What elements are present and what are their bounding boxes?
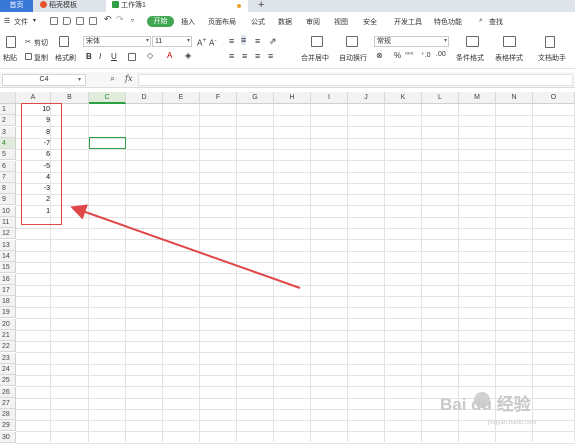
percent-icon[interactable]: % — [394, 51, 401, 60]
docer-logo-icon — [40, 1, 47, 8]
export-pdf-icon[interactable] — [89, 17, 97, 25]
zoom-icon[interactable]: ⌕ — [110, 73, 115, 84]
print-icon[interactable] — [76, 17, 84, 25]
increase-font-icon[interactable]: A+ — [197, 37, 206, 48]
tab-developer[interactable]: 开发工具 — [394, 17, 422, 27]
conditional-format-icon[interactable] — [466, 36, 479, 47]
orientation-icon[interactable]: ⇗ — [269, 36, 277, 47]
conditional-format-button[interactable]: 条件格式 — [456, 53, 484, 63]
watermark-url: jingyan.baidu.com — [488, 420, 537, 426]
auto-wrap-icon[interactable] — [346, 36, 358, 47]
number-format-chevron-icon: ▾ — [443, 38, 447, 44]
undo-icon[interactable]: ↶ — [104, 14, 112, 25]
increase-decimal-icon[interactable]: ⁺.0 — [421, 51, 431, 59]
font-size-select[interactable]: 11 ▾ — [152, 36, 192, 47]
tab-security[interactable]: 安全 — [363, 17, 377, 27]
scissors-icon[interactable]: ✂ — [25, 38, 31, 46]
align-top-icon[interactable]: ≡ — [229, 36, 234, 46]
file-menu-chevron-icon[interactable]: ▾ — [33, 17, 36, 24]
doc-helper-button[interactable]: 文档助手 — [538, 53, 566, 63]
tab-view[interactable]: 视图 — [334, 17, 348, 27]
tab-template-label: 稻壳模板 — [49, 2, 77, 9]
thousands-icon[interactable]: ⁰⁰⁰ — [405, 51, 413, 59]
print-preview-icon[interactable] — [63, 17, 71, 25]
number-format-value: 常规 — [377, 38, 391, 45]
tab-formula[interactable]: 公式 — [251, 17, 265, 27]
clear-format-icon[interactable]: ◈ — [185, 51, 191, 60]
formula-bar: C4 ▾ ⌕ fx — [0, 72, 575, 88]
tab-review[interactable]: 审阅 — [306, 17, 320, 27]
decrease-decimal-icon[interactable]: .00 — [436, 51, 446, 58]
table-style-icon[interactable] — [503, 36, 516, 47]
formula-input[interactable] — [138, 74, 573, 86]
align-middle-icon[interactable]: ≡ — [241, 35, 247, 45]
name-box[interactable]: C4 — [2, 74, 86, 86]
tab-insert[interactable]: 插入 — [181, 17, 195, 27]
merge-center-button[interactable]: 合并居中 — [301, 53, 329, 63]
document-tab-bar: 首页 稻壳模板 工作簿1 + — [0, 0, 575, 12]
arrow-line — [70, 204, 301, 289]
align-right-icon[interactable]: ≡ — [255, 51, 260, 61]
tab-workbook[interactable]: 工作簿1 — [106, 0, 248, 12]
cut-button[interactable]: 剪切 — [34, 38, 48, 48]
paste-icon[interactable] — [6, 36, 16, 48]
number-format-select[interactable]: 常规 ▾ — [374, 36, 449, 47]
font-size-chevron-icon: ▾ — [186, 38, 190, 44]
font-name-chevron-icon: ▾ — [145, 38, 149, 44]
font-color-icon[interactable]: A — [167, 51, 172, 60]
fx-icon[interactable]: fx — [125, 74, 132, 83]
menu-bar: ☰ 文件 ▾ ↶ ↷ ▿ 开始 插入 页面布局 公式 数据 审阅 视图 安全 开… — [0, 12, 575, 32]
font-name-select[interactable]: 宋体 ▾ — [83, 36, 151, 47]
font-name-value: 宋体 — [86, 38, 100, 45]
new-tab-plus-icon[interactable]: + — [258, 0, 264, 11]
format-painter-button[interactable]: 格式刷 — [55, 53, 76, 63]
unsaved-indicator — [237, 4, 241, 8]
copy-icon[interactable] — [25, 53, 32, 60]
font-size-value: 11 — [155, 38, 163, 45]
border-icon[interactable] — [128, 53, 136, 61]
format-painter-icon[interactable] — [59, 36, 69, 47]
ribbon-toolbar: 粘贴 ✂ 剪切 复制 格式刷 宋体 ▾ 11 ▾ A+ A- B I U ◇ A ◈… — [0, 32, 575, 69]
justify-icon[interactable]: ≡ — [268, 51, 273, 61]
currency-icon[interactable]: ⊗ — [376, 51, 383, 60]
search-icon[interactable]: ⌕ — [479, 17, 483, 25]
merge-center-icon[interactable] — [311, 36, 323, 47]
auto-wrap-button[interactable]: 自动换行 — [339, 53, 367, 63]
paste-button[interactable]: 粘贴 — [3, 53, 17, 63]
align-bottom-icon[interactable]: ≡ — [255, 36, 260, 46]
copy-button[interactable]: 复制 — [34, 53, 48, 63]
tab-home[interactable]: 首页 — [0, 0, 33, 12]
tab-workbook-label: 工作簿1 — [121, 2, 146, 9]
tab-start[interactable]: 开始 — [147, 16, 174, 27]
tab-template[interactable]: 稻壳模板 — [34, 0, 106, 12]
doc-helper-icon[interactable] — [545, 36, 555, 48]
hamburger-menu-icon[interactable]: ☰ — [4, 17, 10, 25]
quick-access-chevron-icon[interactable]: ▿ — [131, 17, 134, 24]
italic-icon[interactable]: I — [99, 52, 101, 61]
tab-data[interactable]: 数据 — [278, 17, 292, 27]
spreadsheet-icon — [112, 1, 119, 8]
align-left-icon[interactable]: ≡ — [229, 51, 234, 61]
fill-color-icon[interactable]: ◇ — [147, 51, 153, 60]
tab-special[interactable]: 特色功能 — [434, 17, 462, 27]
underline-icon[interactable]: U — [111, 52, 117, 61]
tab-page-layout[interactable]: 页面布局 — [208, 17, 236, 27]
table-style-button[interactable]: 表格样式 — [495, 53, 523, 63]
save-icon[interactable] — [50, 17, 58, 25]
bold-icon[interactable]: B — [86, 52, 92, 61]
search-label[interactable]: 查找 — [489, 17, 503, 27]
redo-icon[interactable]: ↷ — [116, 14, 124, 25]
decrease-font-icon[interactable]: A- — [209, 37, 217, 48]
align-center-icon[interactable]: ≡ — [242, 51, 247, 61]
file-menu[interactable]: 文件 — [14, 17, 28, 27]
watermark-text: Bai du 经验 — [440, 395, 531, 414]
name-box-chevron-icon[interactable]: ▾ — [78, 76, 81, 83]
